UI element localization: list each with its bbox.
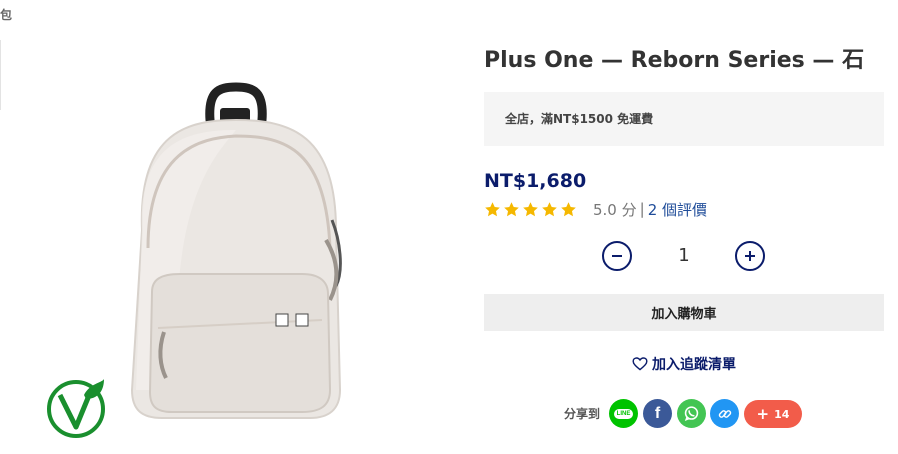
share-count: 14 [774,407,790,421]
product-title: Plus One — Reborn Series — 石 [484,48,865,73]
heart-icon [632,357,648,371]
wishlist-label: 加入追蹤清單 [652,357,736,373]
share-more-button[interactable]: + 14 [744,400,802,428]
rating-score: 5.0 分 [593,200,637,219]
quantity-decrease-button[interactable] [602,241,632,271]
add-to-wishlist-button[interactable]: 加入追蹤清單 [484,352,884,376]
link-icon [718,409,731,418]
star-icon [504,201,519,216]
review-count-link[interactable]: 2 個評價 [648,199,707,220]
share-line-button[interactable]: LINE [609,399,638,428]
line-icon: LINE [613,408,634,419]
add-to-cart-button[interactable]: 加入購物車 [484,294,884,331]
breadcrumb-divider [0,40,1,110]
rating-stars [484,201,577,218]
promo-banner: 全店，滿NT$1500 免運費 [484,92,884,146]
product-image[interactable] [40,70,440,450]
facebook-icon: f [654,404,661,422]
star-icon [542,201,557,216]
promo-text: 全店，滿NT$1500 免運費 [505,112,654,126]
share-label: 分享到 [564,407,601,421]
whatsapp-icon [684,406,699,422]
star-icon [523,201,538,216]
share-facebook-button[interactable]: f [643,399,672,428]
rating-separator: | [639,200,645,218]
star-icon [561,201,576,216]
breadcrumb-text[interactable]: 包 [0,6,12,23]
quantity-increase-button[interactable] [735,241,765,271]
share-whatsapp-button[interactable] [677,399,706,428]
star-icon [485,201,500,216]
vegan-v-leaf-icon [47,379,105,438]
quantity-value[interactable]: 1 [660,245,708,266]
plus-icon: + [756,404,770,423]
share-copy-link-button[interactable] [710,399,739,428]
product-price: NT$1,680 [484,170,587,192]
rating-row: 5.0 分 | 2 個評價 [484,198,707,220]
